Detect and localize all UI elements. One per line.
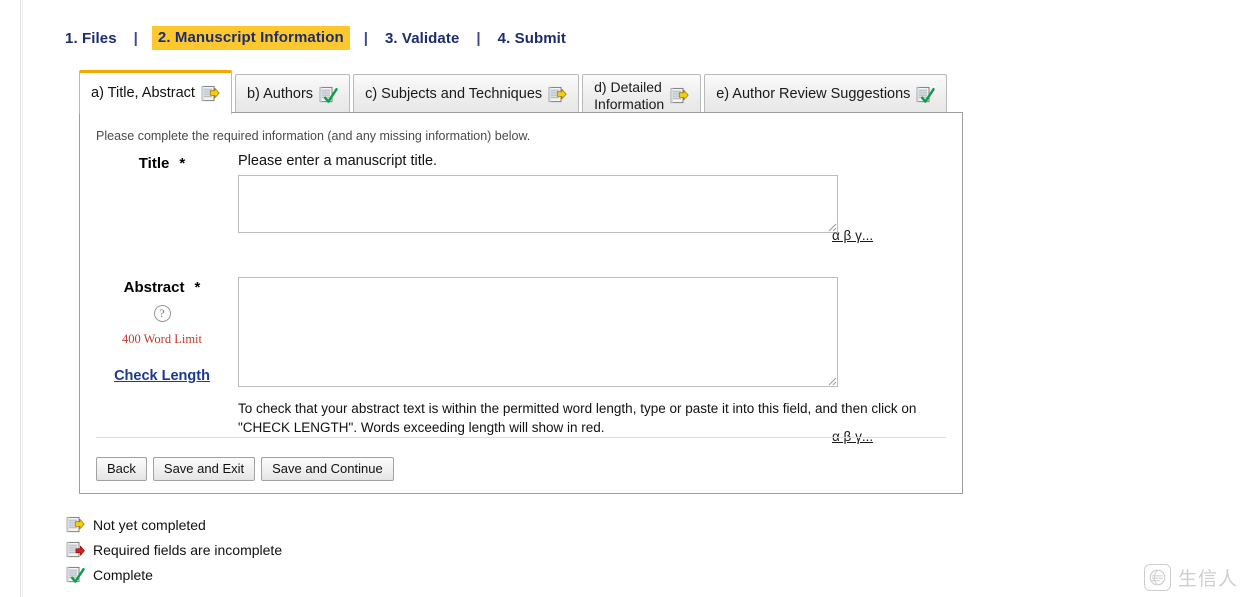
legend-item: Complete	[66, 562, 282, 587]
title-field-row: Title * Please enter a manuscript title. …	[96, 153, 946, 243]
tab-label: d) Detailed Information	[594, 79, 665, 112]
not-yet-completed-icon	[66, 516, 85, 532]
complete-icon	[66, 566, 85, 583]
title-textarea-wrapper	[238, 175, 838, 233]
tab-label: e) Author Review Suggestions	[716, 86, 911, 103]
form-button-bar: Back Save and Exit Save and Continue	[96, 457, 394, 482]
watermark: 生信人	[1143, 564, 1238, 591]
abstract-required-marker: *	[194, 279, 201, 296]
legend-item: Required fields are incomplete	[66, 537, 282, 562]
abstract-input[interactable]	[238, 277, 838, 387]
legend-label: Not yet completed	[93, 516, 206, 533]
back-button[interactable]: Back	[96, 457, 147, 482]
title-prompt-text: Please enter a manuscript title.	[238, 153, 438, 169]
abstract-input-column: α β γ... To check that your abstract tex…	[228, 277, 946, 444]
title-input[interactable]	[238, 175, 838, 233]
status-legend: Not yet completed Required fields are inc…	[66, 512, 282, 587]
abstract-field-row: Abstract * ? 400 Word Limit Check Length …	[96, 277, 946, 444]
legend-label: Required fields are incomplete	[93, 541, 283, 558]
tab-b[interactable]: b) Authors	[234, 74, 351, 114]
abstract-word-limit-text: 400 Word Limit	[121, 332, 202, 346]
page-frame-line-left	[20, 0, 21, 597]
complete-icon	[917, 86, 936, 103]
title-label: Title	[138, 155, 170, 172]
watermark-logo-icon	[1143, 564, 1171, 591]
form-intro-text: Please complete the required information…	[96, 129, 531, 143]
title-required-marker: *	[179, 155, 186, 172]
tab-label: a) Title, Abstract	[91, 85, 195, 102]
tab-c[interactable]: c) Subjects and Techniques	[353, 74, 580, 114]
help-question-icon[interactable]: ?	[153, 305, 171, 322]
submission-step-nav: 1. Files | 2. Manuscript Information | 3. Va…	[62, 26, 569, 50]
tab-d[interactable]: d) Detailed Information	[582, 74, 702, 114]
step-2-active[interactable]: 2. Manuscript Information	[151, 26, 350, 50]
tab-e[interactable]: e) Author Review Suggestions	[704, 74, 948, 114]
step-4[interactable]: 4. Submit	[495, 28, 569, 49]
page-root: 1. Files | 2. Manuscript Information | 3. Va…	[0, 0, 1250, 597]
not-yet-completed-icon	[548, 86, 567, 102]
check-length-link[interactable]: Check Length	[96, 368, 228, 384]
not-yet-completed-icon	[670, 87, 689, 103]
save-and-exit-button[interactable]: Save and Exit	[152, 457, 256, 482]
complete-icon	[319, 86, 338, 103]
title-special-characters-link[interactable]: α β γ...	[832, 228, 873, 243]
legend-label: Complete	[93, 566, 153, 583]
required-incomplete-icon	[66, 541, 85, 557]
manuscript-info-tabstrip: a) Title, Abstract b) Authors c) Subjects …	[79, 70, 950, 114]
title-input-column: Please enter a manuscript title. α β γ..…	[228, 153, 946, 243]
save-and-continue-button[interactable]: Save and Continue	[261, 457, 394, 482]
abstract-textarea-wrapper	[238, 277, 838, 387]
abstract-label-column: Abstract * ? 400 Word Limit Check Length	[96, 277, 228, 384]
step-3[interactable]: 3. Validate	[382, 28, 462, 49]
title-label-column: Title *	[96, 153, 228, 173]
legend-item: Not yet completed	[66, 512, 282, 537]
watermark-text: 生信人	[1177, 568, 1238, 590]
tab-a-active[interactable]: a) Title, Abstract	[79, 70, 232, 114]
panel-divider	[96, 437, 946, 438]
abstract-label: Abstract	[123, 279, 185, 296]
not-yet-completed-icon	[201, 85, 220, 101]
tab-label: c) Subjects and Techniques	[365, 86, 543, 103]
step-separator: |	[363, 29, 368, 47]
step-separator: |	[133, 29, 138, 47]
tab-label: b) Authors	[246, 86, 314, 103]
step-1[interactable]: 1. Files	[62, 28, 120, 49]
page-frame-line-left-secondary	[22, 0, 23, 597]
step-separator: |	[476, 29, 481, 47]
tab-content-panel: Please complete the required information…	[79, 112, 963, 494]
